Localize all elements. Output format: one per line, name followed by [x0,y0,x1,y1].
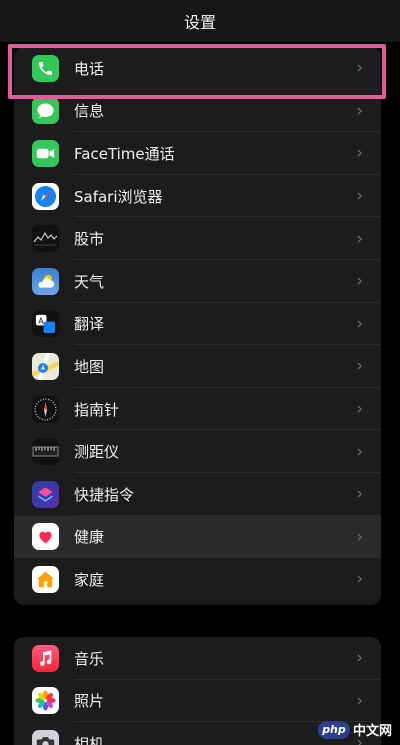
page-title: 设置 [183,13,216,32]
chevron-right-icon: › [356,648,363,669]
settings-row-label: 快捷指令 [74,485,135,504]
settings-row-label: 地图 [74,357,105,376]
weather-icon [32,267,59,295]
translate-icon: A [32,310,59,338]
navigation-bar: 设置 [0,0,400,42]
stocks-icon [32,225,59,253]
chevron-right-icon: › [356,484,363,505]
settings-row-label: 翻译 [74,315,105,334]
chevron-right-icon: › [356,399,363,420]
settings-row-label: Safari浏览器 [74,187,163,206]
settings-row-facetime[interactable]: FaceTime通话 › [14,132,381,175]
settings-row-label: 指南针 [74,400,120,419]
settings-row-label: 股市 [74,230,105,249]
settings-row-shortcuts[interactable]: 快捷指令 › [14,473,381,516]
safari-icon [32,182,59,210]
settings-row-stocks[interactable]: 股市 › [14,217,381,260]
facetime-icon [32,139,59,167]
settings-row-label: 健康 [74,528,105,547]
settings-row-messages[interactable]: 信息 › [14,90,381,133]
settings-row-measure[interactable]: 测距仪 › [14,430,381,473]
settings-row-label: 音乐 [74,649,105,668]
compass-icon [32,395,59,423]
maps-icon [32,352,59,380]
health-icon [32,523,59,551]
settings-row-label: 天气 [74,272,105,291]
chevron-right-icon: › [356,58,363,79]
shortcuts-icon [32,480,59,508]
measure-icon [32,438,59,466]
settings-row-label: 照片 [74,692,105,711]
chevron-right-icon: › [356,186,363,207]
chevron-right-icon: › [356,356,363,377]
settings-row-label: 测距仪 [74,443,120,462]
settings-row-label: FaceTime通话 [74,144,175,163]
chevron-right-icon: › [356,143,363,164]
chevron-right-icon: › [356,228,363,249]
phone-icon [32,54,59,82]
settings-row-label: 电话 [74,59,105,78]
watermark-logo: php [317,720,350,739]
settings-row-safari[interactable]: Safari浏览器 › [14,175,381,218]
settings-row-maps[interactable]: 地图 › [14,345,381,388]
settings-row-home[interactable]: 家庭 › [14,558,381,601]
svg-text:A: A [38,317,44,326]
settings-row-phone[interactable]: 电话 › [14,47,381,90]
settings-row-label: 信息 [74,102,105,121]
music-icon [32,644,59,672]
chevron-right-icon: › [356,313,363,334]
home-icon [32,565,59,593]
watermark: php 中文网 [317,720,392,739]
photos-icon [32,687,59,715]
chevron-right-icon: › [356,569,363,590]
chevron-right-icon: › [356,690,363,711]
chevron-right-icon: › [356,441,363,462]
settings-row-translate[interactable]: A 翻译 › [14,303,381,346]
settings-row-compass[interactable]: 指南针 › [14,388,381,431]
settings-row-label: 家庭 [74,570,105,589]
camera-icon [32,729,59,745]
watermark-text: 中文网 [352,724,392,739]
settings-row-weather[interactable]: 天气 › [14,260,381,303]
settings-row-photos[interactable]: 照片 › [14,680,381,723]
chevron-right-icon: › [356,526,363,547]
messages-icon [32,97,59,125]
settings-row-music[interactable]: 音乐 › [14,637,381,680]
settings-row-label: 相机 [74,734,105,745]
settings-row-health[interactable]: 健康 › [14,515,381,559]
settings-group-apps: 电话 › 信息 › FaceTime通话 › Safari浏览器 › 股市 › [14,47,381,605]
chevron-right-icon: › [356,271,363,292]
chevron-right-icon: › [356,100,363,121]
